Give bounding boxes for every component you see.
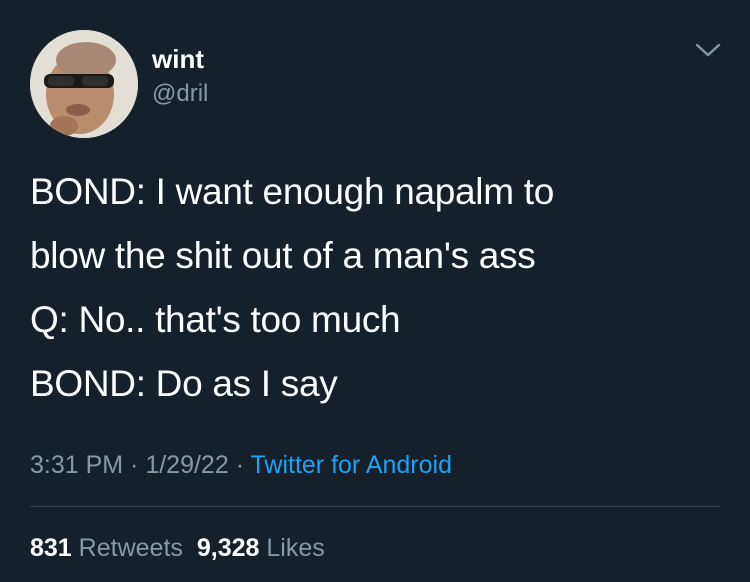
likes-stat[interactable]: 9,328 Likes — [197, 534, 325, 562]
avatar[interactable] — [30, 30, 138, 138]
author-handle[interactable]: @dril — [152, 80, 208, 108]
tweet-stats: 831 Retweets 9,328 Likes — [30, 532, 325, 564]
likes-label: Likes — [266, 534, 325, 562]
tweet-line: BOND: Do as I say — [30, 363, 338, 404]
tweet-meta: 3:31 PM · 1/29/22 · Twitter for Android — [30, 449, 452, 481]
meta-separator: · — [228, 451, 251, 479]
tweet-line: BOND: I want enough napalm to — [30, 171, 554, 212]
retweets-count: 831 — [30, 534, 72, 562]
tweet-card: wint @dril BOND: I want enough napalm to… — [0, 0, 750, 582]
tweet-line: Q: No.. that's too much — [30, 299, 401, 340]
chevron-down-icon[interactable] — [694, 40, 722, 60]
tweet-time[interactable]: 3:31 PM — [30, 451, 123, 479]
retweets-label: Retweets — [78, 534, 183, 562]
tweet-date[interactable]: 1/29/22 — [145, 451, 228, 479]
retweets-stat[interactable]: 831 Retweets — [30, 534, 183, 562]
tweet-source-link[interactable]: Twitter for Android — [251, 451, 452, 479]
divider — [30, 506, 720, 507]
profile-photo — [30, 30, 138, 138]
tweet-line: blow the shit out of a man's ass — [30, 235, 536, 276]
likes-count: 9,328 — [196, 534, 260, 562]
meta-separator: · — [123, 451, 146, 479]
author-display-name[interactable]: wint — [152, 44, 204, 74]
tweet-text: BOND: I want enough napalm to blow the s… — [30, 160, 720, 416]
